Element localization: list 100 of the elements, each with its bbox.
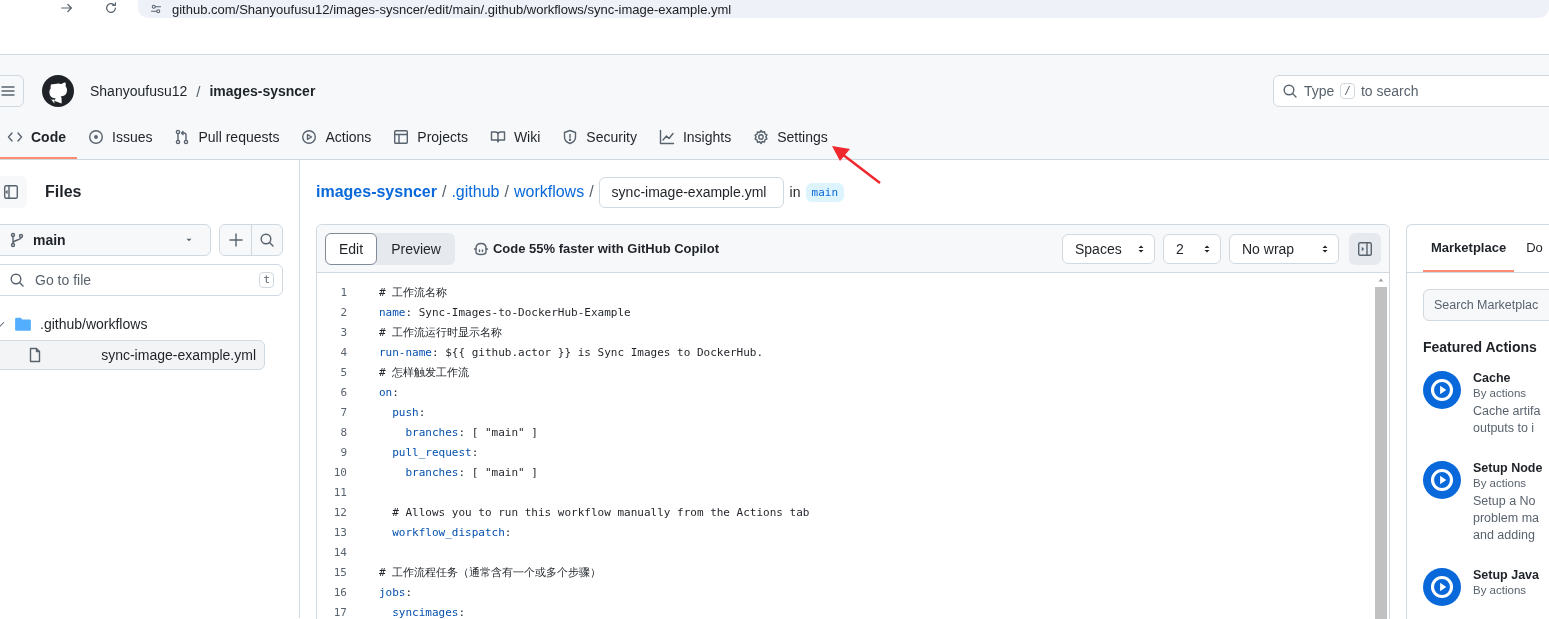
menu-button[interactable] bbox=[0, 75, 24, 107]
filename-field[interactable]: sync-image-example.yml bbox=[598, 176, 784, 208]
nav-tab[interactable]: Security bbox=[551, 121, 648, 159]
section-heading: Featured Actions bbox=[1423, 339, 1538, 355]
shortcut-key: / bbox=[1340, 83, 1355, 99]
action-author: By actions bbox=[1473, 584, 1528, 596]
breadcrumb-link[interactable]: .github bbox=[451, 183, 500, 201]
mode-tab[interactable]: Preview bbox=[377, 232, 455, 265]
code-text: pull_request: bbox=[391, 445, 479, 459]
plus-icon bbox=[227, 232, 244, 248]
editor-select[interactable]: 2 bbox=[1163, 233, 1221, 264]
pull-request-icon bbox=[174, 129, 191, 145]
site-info-icon bbox=[150, 3, 162, 15]
editor-select[interactable]: No wrap bbox=[1229, 233, 1339, 264]
path-separator: / bbox=[589, 183, 594, 201]
reload-icon[interactable] bbox=[104, 1, 118, 15]
search-icon bbox=[259, 232, 275, 248]
scrollbar-thumb[interactable] bbox=[1375, 287, 1387, 619]
nav-tab[interactable]: Code bbox=[0, 121, 77, 159]
address-bar[interactable]: github.com/Shanyoufusu12/images-sysncer/edit/main/.github/workflows/sync-image-example.yml bbox=[138, 0, 1549, 18]
folder-icon bbox=[14, 315, 32, 333]
copilot-link[interactable]: Code 55% faster with GitHub Copilot bbox=[472, 240, 719, 257]
table-icon bbox=[393, 129, 410, 145]
breadcrumb-link[interactable]: workflows bbox=[513, 183, 585, 201]
search-icon bbox=[9, 272, 25, 288]
url-text: github.com/Shanyoufusu12/images-sysncer/edit/main/.github/workflows/sync-image-example.yml bbox=[172, 1, 732, 17]
branch-icon bbox=[9, 232, 25, 248]
shield-icon bbox=[562, 129, 579, 145]
line-number: 5 bbox=[339, 365, 347, 379]
line-number: 15 bbox=[332, 565, 347, 579]
code-text: push: bbox=[391, 405, 426, 419]
panel-tab[interactable]: Marketplace bbox=[1423, 225, 1515, 272]
line-number: 16 bbox=[332, 585, 347, 599]
line-number: 2 bbox=[339, 305, 347, 319]
repo-link[interactable]: images-sysncer bbox=[209, 83, 316, 99]
placeholder-text: to search bbox=[1361, 83, 1419, 99]
code-text: branches: [ "main" ] bbox=[404, 425, 538, 439]
line-number: 14 bbox=[332, 545, 347, 559]
search-field[interactable]: Type / to search bbox=[1273, 75, 1549, 107]
action-description: Setup a No problem ma and adding bbox=[1473, 493, 1540, 544]
nav-tab[interactable]: Settings bbox=[742, 121, 839, 159]
line-number: 17 bbox=[332, 605, 347, 619]
nav-tab[interactable]: Actions bbox=[290, 121, 383, 159]
forward-arrow-icon[interactable] bbox=[60, 1, 74, 15]
line-number: 11 bbox=[332, 485, 347, 499]
line-number: 4 bbox=[339, 345, 347, 359]
play-circle-icon bbox=[301, 129, 318, 145]
octocat-logo-icon[interactable] bbox=[42, 75, 74, 107]
action-author: By actions bbox=[1473, 387, 1528, 399]
file-tree-item[interactable]: sync-image-example.yml bbox=[0, 340, 265, 370]
sidebar-icon bbox=[1357, 240, 1373, 257]
nav-tab[interactable]: Wiki bbox=[478, 121, 552, 159]
action-name[interactable]: Setup Java bbox=[1473, 568, 1539, 582]
toggle-panel-button[interactable] bbox=[1349, 232, 1381, 265]
menu-icon bbox=[0, 83, 16, 99]
collapse-sidebar-button[interactable] bbox=[0, 176, 27, 208]
book-icon bbox=[489, 129, 506, 145]
file-tree-item[interactable]: .github/workflows bbox=[0, 308, 283, 340]
code-comment: # Allows you to run this workflow manually from the Actions tab bbox=[391, 505, 810, 519]
action-author: By actions bbox=[1473, 477, 1528, 489]
path-separator: / bbox=[441, 183, 447, 201]
path-separator: / bbox=[196, 82, 201, 100]
go-to-file-box[interactable]: Go to file t bbox=[0, 264, 283, 296]
code-text: on: bbox=[379, 385, 399, 399]
gear-icon bbox=[753, 129, 770, 145]
go-to-file-field[interactable]: Go to file bbox=[33, 271, 252, 289]
code-comment: # 工作流程任务（通常含有一个或多个步骤） bbox=[379, 565, 602, 579]
line-number: 10 bbox=[332, 465, 347, 479]
line-number: 9 bbox=[339, 445, 347, 459]
nav-tab[interactable]: Pull requests bbox=[163, 121, 291, 159]
editor-select[interactable]: Spaces bbox=[1062, 233, 1155, 264]
code-text: run-name: ${{ github.actor }} is Sync Images to DockerHub. bbox=[379, 345, 764, 359]
nav-tab[interactable]: Issues bbox=[77, 121, 164, 159]
nav-tab[interactable]: Insights bbox=[647, 121, 743, 159]
action-name[interactable]: Setup Node bbox=[1473, 461, 1543, 475]
play-circle-icon[interactable] bbox=[1423, 371, 1461, 409]
panel-tab[interactable]: Do bbox=[1518, 225, 1549, 272]
line-number: 6 bbox=[339, 385, 347, 399]
mode-tab[interactable]: Edit bbox=[325, 232, 378, 265]
marketplace-search-field[interactable]: Search Marketplac bbox=[1423, 289, 1549, 321]
line-number: 3 bbox=[339, 325, 347, 339]
sidebar-title: Files bbox=[45, 183, 82, 201]
branch-label: main bbox=[805, 182, 844, 202]
owner-link[interactable]: Shanyoufusu12 bbox=[90, 83, 188, 99]
sidebar-icon bbox=[3, 184, 19, 200]
code-text: workflow_dispatch: bbox=[391, 525, 512, 539]
breadcrumb-link[interactable]: images-sysncer bbox=[316, 183, 437, 201]
circle-dot-icon bbox=[88, 129, 104, 145]
line-number: 8 bbox=[339, 425, 347, 439]
shortcut-key: t bbox=[259, 272, 274, 288]
branch-select[interactable]: main bbox=[0, 224, 211, 256]
line-number: 1 bbox=[339, 285, 347, 299]
placeholder-text: Type bbox=[1304, 83, 1335, 99]
action-name[interactable]: Cache bbox=[1473, 371, 1541, 385]
play-circle-icon[interactable] bbox=[1423, 461, 1461, 499]
search-icon bbox=[1282, 83, 1298, 99]
nav-tab[interactable]: Projects bbox=[382, 121, 479, 159]
code-text: syncimages: bbox=[391, 605, 466, 619]
play-circle-icon[interactable] bbox=[1423, 568, 1461, 606]
copilot-icon bbox=[472, 240, 489, 257]
